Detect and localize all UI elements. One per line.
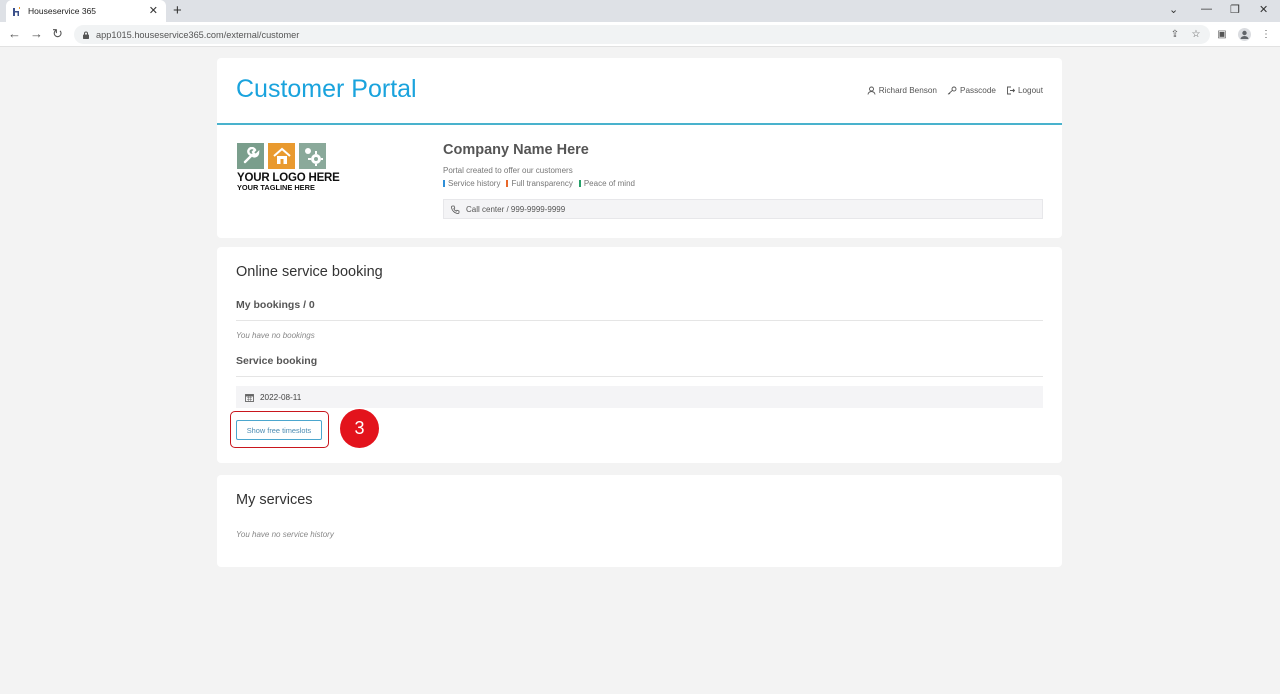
browser-toolbar: ← → ↻ app1015.houseservice365.com/extern… xyxy=(0,22,1280,47)
logout-label: Logout xyxy=(1017,86,1043,95)
company-tags: Service history Full transparency Peace … xyxy=(443,179,635,188)
restore-icon[interactable]: ❐ xyxy=(1230,3,1240,16)
window-close-icon[interactable]: ✕ xyxy=(1259,3,1268,16)
user-link[interactable]: Richard Benson xyxy=(867,86,937,95)
site-favicon-icon xyxy=(12,6,22,16)
header-divider xyxy=(217,123,1062,125)
minimize-icon[interactable]: — xyxy=(1201,3,1212,15)
divider xyxy=(236,376,1043,377)
new-tab-icon[interactable]: + xyxy=(173,2,182,19)
reload-icon[interactable]: ↻ xyxy=(52,26,63,42)
browser-menu-icon[interactable]: ⋮ xyxy=(1259,27,1273,41)
my-bookings-heading: My bookings / 0 xyxy=(236,299,315,311)
key-icon xyxy=(947,86,957,95)
tab-search-icon[interactable]: ⌄ xyxy=(1169,3,1178,16)
wrench-icon xyxy=(237,143,264,169)
logo-tagline: YOUR TAGLINE HERE xyxy=(237,183,315,192)
lock-icon xyxy=(83,31,89,39)
browser-tabstrip: Houseservice 365 ✕ + ⌄ — ❐ ✕ xyxy=(0,0,1280,22)
tag-full-transparency: Full transparency xyxy=(506,179,573,188)
booking-date-field[interactable]: 2022-08-11 xyxy=(236,386,1043,408)
logout-link[interactable]: Logout xyxy=(1006,86,1043,95)
call-center-text: Call center / 999-9999-9999 xyxy=(466,204,566,214)
profile-icon[interactable] xyxy=(1237,27,1251,41)
service-booking-heading: Service booking xyxy=(236,355,318,367)
tag-service-history: Service history xyxy=(443,179,500,188)
tag-peace-of-mind: Peace of mind xyxy=(578,179,635,188)
address-bar[interactable]: app1015.houseservice365.com/external/cus… xyxy=(74,25,1210,44)
calendar-icon xyxy=(245,393,254,402)
call-center-bar: Call center / 999-9999-9999 xyxy=(443,199,1043,219)
step-badge: 3 xyxy=(340,409,379,448)
top-navigation: Richard Benson Passcode Logout xyxy=(867,86,1043,95)
divider xyxy=(236,320,1043,321)
back-icon[interactable]: ← xyxy=(8,26,21,42)
phone-icon xyxy=(451,205,460,214)
passcode-link[interactable]: Passcode xyxy=(947,86,996,95)
browser-tab[interactable]: Houseservice 365 ✕ xyxy=(6,0,166,22)
tab-title: Houseservice 365 xyxy=(28,6,97,16)
passcode-label: Passcode xyxy=(959,86,996,95)
page-title: Customer Portal xyxy=(236,75,417,103)
company-logo: YOUR LOGO HERE YOUR TAGLINE HERE xyxy=(237,143,357,203)
logout-icon xyxy=(1007,86,1015,95)
gear-icon xyxy=(299,143,326,169)
tab-close-icon[interactable]: ✕ xyxy=(149,4,158,17)
forward-icon[interactable]: → xyxy=(30,26,43,42)
house-icon xyxy=(268,143,295,169)
no-bookings-text: You have no bookings xyxy=(236,331,315,340)
booking-section-title: Online service booking xyxy=(236,264,383,280)
no-service-history-text: You have no service history xyxy=(236,530,334,539)
company-info: Company Name Here Portal created to offe… xyxy=(443,142,635,188)
my-services-card: My services You have no service history xyxy=(217,475,1062,567)
booking-date-value: 2022-08-11 xyxy=(260,392,302,402)
side-panel-icon[interactable]: ▣ xyxy=(1215,27,1229,41)
user-icon xyxy=(867,86,876,95)
bookmark-star-icon[interactable]: ☆ xyxy=(1189,27,1203,41)
user-name: Richard Benson xyxy=(878,86,937,95)
share-icon[interactable]: ⇪ xyxy=(1168,27,1182,41)
company-subtitle: Portal created to offer our customers xyxy=(443,166,573,175)
online-booking-card: Online service booking My bookings / 0 Y… xyxy=(217,247,1062,463)
show-free-timeslots-button[interactable]: Show free timeslots xyxy=(236,420,322,440)
services-section-title: My services xyxy=(236,492,313,508)
url-text: app1015.houseservice365.com/external/cus… xyxy=(96,29,300,40)
portal-header-card: Customer Portal Richard Benson Passcode … xyxy=(217,58,1062,238)
company-name: Company Name Here xyxy=(443,142,589,158)
